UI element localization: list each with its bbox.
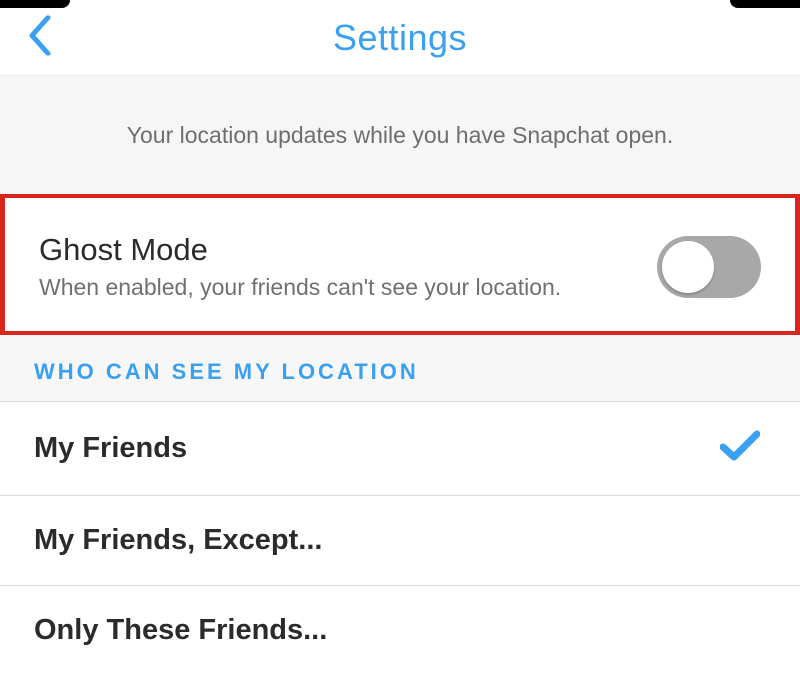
location-info-banner: Your location updates while you have Sna… bbox=[0, 76, 800, 196]
option-label: My Friends bbox=[34, 432, 187, 465]
back-button[interactable] bbox=[28, 15, 52, 60]
chevron-left-icon bbox=[28, 15, 52, 55]
ghost-mode-toggle[interactable] bbox=[657, 236, 761, 298]
checkmark-icon bbox=[720, 430, 760, 467]
toggle-knob bbox=[662, 241, 714, 293]
option-label: Only These Friends... bbox=[34, 614, 327, 647]
who-can-see-header-text: WHO CAN SEE MY LOCATION bbox=[34, 359, 766, 385]
who-can-see-section-header: WHO CAN SEE MY LOCATION bbox=[0, 335, 800, 402]
option-my-friends-except[interactable]: My Friends, Except... bbox=[0, 496, 800, 586]
ghost-mode-description: When enabled, your friends can't see you… bbox=[39, 274, 637, 301]
header-bar: Settings bbox=[0, 0, 800, 76]
option-only-these-friends[interactable]: Only These Friends... bbox=[0, 586, 800, 675]
ghost-mode-title: Ghost Mode bbox=[39, 232, 637, 268]
ghost-mode-row: Ghost Mode When enabled, your friends ca… bbox=[0, 194, 800, 335]
page-title: Settings bbox=[333, 17, 467, 59]
ghost-mode-text-block: Ghost Mode When enabled, your friends ca… bbox=[39, 232, 657, 301]
option-label: My Friends, Except... bbox=[34, 524, 322, 557]
location-info-text: Your location updates while you have Sna… bbox=[20, 122, 780, 149]
option-my-friends[interactable]: My Friends bbox=[0, 402, 800, 496]
